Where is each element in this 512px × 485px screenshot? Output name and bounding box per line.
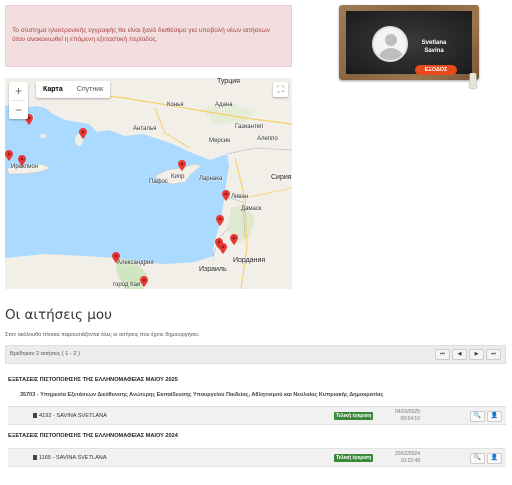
registration-closed-alert: Το σύστημα ηλεκτρονικής εγγραφής θα είνα… (5, 5, 292, 67)
user-name: Svetlana Savina (421, 40, 447, 54)
last-page-button[interactable]: ⏭ (486, 349, 501, 360)
status-badge: Τελική έγκριση (334, 454, 374, 462)
map-marker-pin[interactable] (18, 155, 26, 166)
map-marker-pin[interactable] (216, 215, 224, 226)
user-profile-card: Svetlana Savina ΕΞΟΔΟΣ (339, 5, 482, 90)
pagination: ⏮ ◀ ▶ ⏭ (435, 349, 501, 360)
chalkboard-frame: Svetlana Savina ΕΞΟΔΟΣ (339, 5, 479, 80)
user-avatar-icon (372, 26, 408, 62)
map-zoom-control: + − (9, 82, 28, 119)
map-label-cyprus: Кипр (171, 174, 185, 180)
map-label-damascus: Дамаск (241, 206, 262, 212)
file-icon (33, 455, 37, 460)
table-row: 1165 - SAVINA SVETLANA Τελική έγκριση 20… (8, 448, 506, 467)
map-marker-pin[interactable] (112, 252, 120, 263)
time-text: 09:54:10 (400, 416, 420, 422)
map-marker-pin[interactable] (178, 160, 186, 171)
logout-button[interactable]: ΕΞΟΔΟΣ (415, 65, 457, 75)
map-label-pafos: Пафос (149, 179, 168, 185)
map-label-antalya: Анталья (133, 126, 157, 132)
map-label-aleppo: Алеппо (257, 136, 278, 142)
status-badge: Τελική έγκριση (334, 412, 374, 420)
results-toolbar: Βρέθηκαν 2 αιτήσεις ( 1 - 2 ) ⏮ ◀ ▶ ⏭ (5, 345, 506, 364)
map-marker-pin[interactable] (79, 128, 87, 139)
map-label-turkey: Турция (217, 78, 240, 85)
application-date: 20/02/2024 10:22:48 (388, 451, 420, 465)
search-icon[interactable]: 🔍 (470, 453, 485, 464)
user-icon[interactable]: 👤 (487, 411, 502, 422)
map-label-alexandria: Александрия (117, 260, 154, 266)
map-marker-pin[interactable] (230, 234, 238, 245)
map-label-israel: Израиль (199, 266, 227, 273)
prev-page-button[interactable]: ◀ (452, 349, 467, 360)
page-title: Οι αιτήσεις μου (5, 307, 112, 323)
map-label-cairo: город Каи (113, 282, 141, 288)
application-name: 4192 - SAVINA SVETLANA (33, 407, 107, 425)
map-label-lebanon: Ливан (231, 194, 249, 200)
exam-centers-map[interactable]: Турция Конья Адана Анталья Газиантеп Мер… (5, 78, 292, 289)
results-count: Βρέθηκαν 2 αιτήσεις ( 1 - 2 ) (10, 351, 80, 357)
zoom-out-button[interactable]: − (9, 101, 28, 119)
page-root: Το σύστημα ηλεκτρονικής εγγραφής θα είνα… (0, 0, 512, 485)
table-row: 4192 - SAVINA SVETLANA Τελική έγκριση 04… (8, 406, 506, 425)
application-name: 1165 - SAVINA SVETLANA (33, 449, 107, 467)
next-page-button[interactable]: ▶ (469, 349, 484, 360)
exam-center-title: 35703 - Υπηρεσία Εξετάσεων Διεύθυνσης Αν… (20, 392, 384, 398)
map-type-tabs: Карта Спутник (36, 81, 111, 98)
zoom-in-button[interactable]: + (9, 82, 28, 100)
search-icon[interactable]: 🔍 (470, 411, 485, 422)
map-label-gaziantep: Газиантеп (235, 124, 264, 130)
exam-group-title: ΕΞΕΤΑΣΕΙΣ ΠΙΣΤΟΠΟΙΗΣΗΣ ΤΗΣ ΕΛΛΗΝΟΜΑΘΕΙΑΣ… (8, 433, 178, 439)
section-description: Στον ακόλουθο πίνακα παρουσιάζονται όλες… (5, 332, 200, 338)
map-label-jordan: Иордания (233, 257, 266, 264)
map-label-konya: Конья (167, 102, 184, 108)
first-page-button[interactable]: ⏮ (435, 349, 450, 360)
map-marker-pin[interactable] (219, 243, 227, 254)
map-label-adana: Адана (215, 102, 233, 108)
fullscreen-icon[interactable]: ⛶ (273, 82, 288, 97)
user-icon[interactable]: 👤 (487, 453, 502, 464)
application-label: 1165 - SAVINA SVETLANA (39, 455, 107, 461)
application-label: 4192 - SAVINA SVETLANA (39, 413, 107, 419)
time-text: 10:22:48 (400, 458, 420, 464)
file-icon (33, 413, 37, 418)
map-label-syria: Сирия (271, 174, 292, 181)
application-date: 04/03/2025 09:54:10 (388, 409, 420, 423)
alert-text: Το σύστημα ηλεκτρονικής εγγραφής θα είνα… (12, 27, 271, 43)
date-text: 04/03/2025 (394, 409, 420, 415)
map-label-larnaka: Ларнака (199, 176, 223, 182)
map-label-mersin: Мерсин (209, 138, 231, 144)
map-marker-pin[interactable] (5, 150, 13, 161)
chalkboard: Svetlana Savina ΕΞΟΔΟΣ (346, 11, 472, 75)
map-marker-pin[interactable] (140, 276, 148, 287)
map-marker-pin[interactable] (222, 190, 230, 201)
exam-group-title: ΕΞΕΤΑΣΕΙΣ ΠΙΣΤΟΠΟΙΗΣΗΣ ΤΗΣ ΕΛΛΗΝΟΜΑΘΕΙΑΣ… (8, 377, 178, 383)
date-text: 20/02/2024 (394, 451, 420, 457)
tab-map[interactable]: Карта (36, 81, 70, 98)
tab-satellite[interactable]: Спутник (70, 81, 110, 98)
chalk-icon (468, 73, 478, 90)
